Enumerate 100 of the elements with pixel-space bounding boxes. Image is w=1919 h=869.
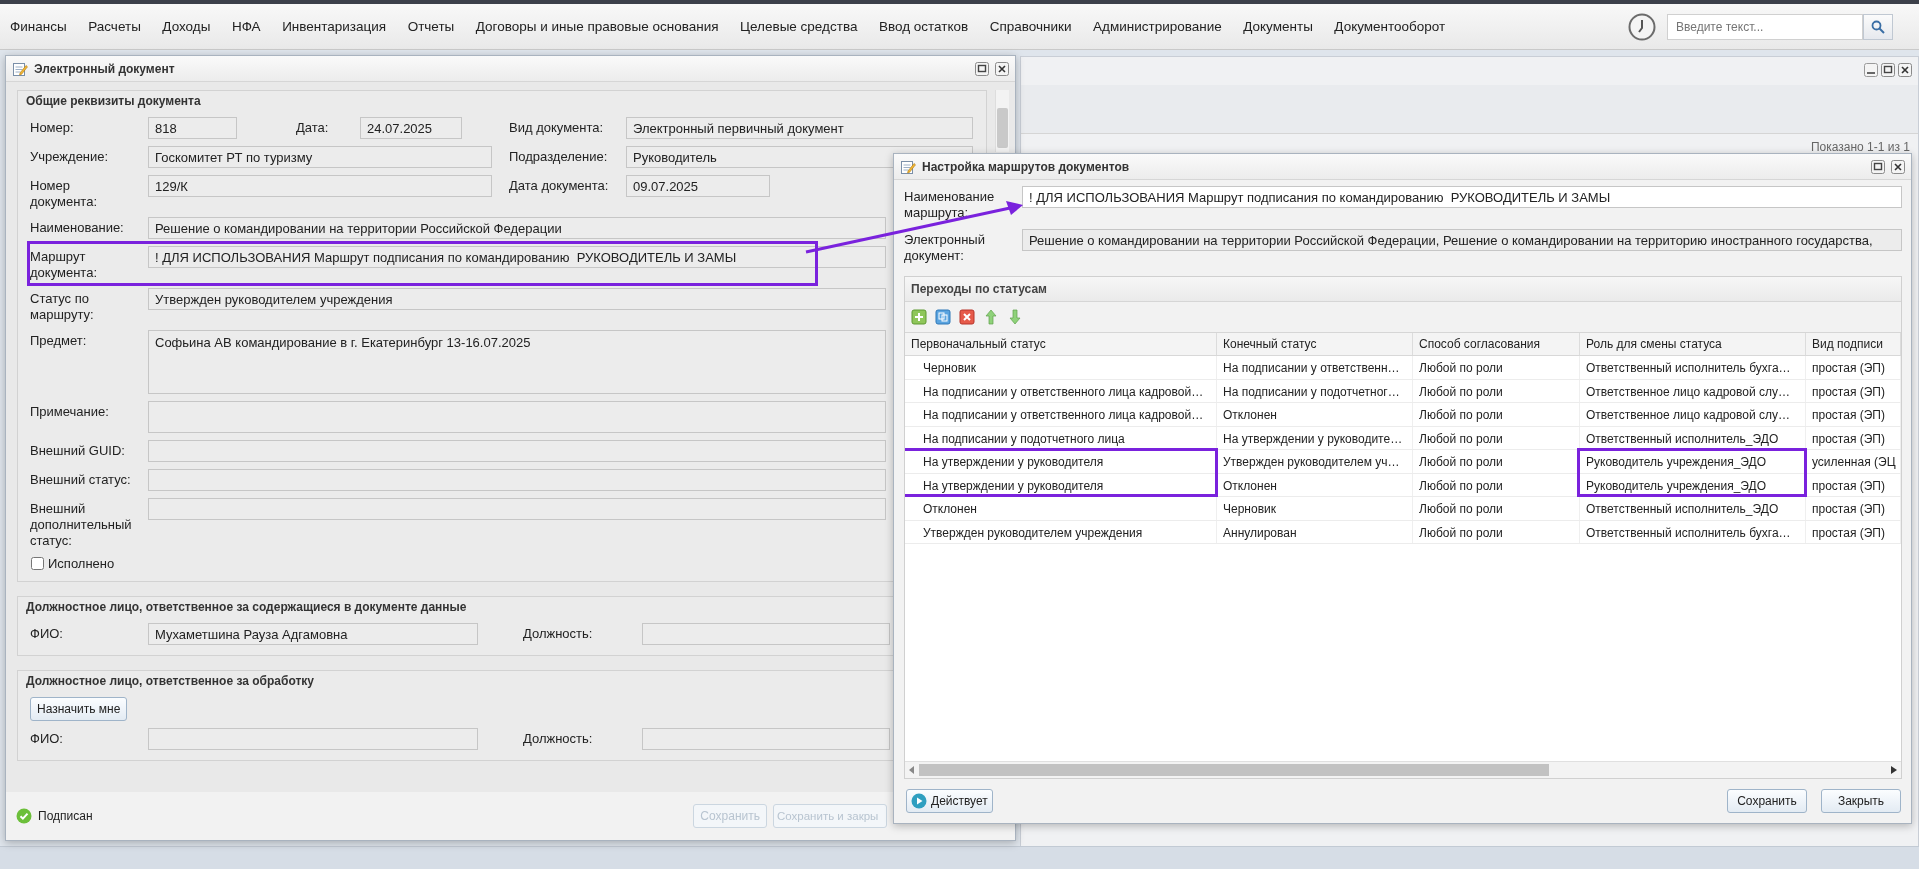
field-label: ФИО: <box>30 730 64 747</box>
close-icon[interactable] <box>995 61 1009 76</box>
table-cell: Любой по роли <box>1413 450 1580 473</box>
search-icon <box>1871 19 1885 34</box>
maximize-icon[interactable] <box>975 61 989 76</box>
input-field[interactable]: 818 <box>148 117 237 139</box>
input-field[interactable] <box>148 498 886 520</box>
menu-item[interactable]: Документооборот <box>1334 19 1446 34</box>
arrow-down-icon[interactable] <box>1007 309 1023 325</box>
input-field[interactable] <box>148 728 478 750</box>
menu-item[interactable]: Финансы <box>10 19 67 34</box>
close-icon[interactable] <box>1898 63 1912 77</box>
input-field[interactable]: Мухаметшина Рауза Адгамовна <box>148 623 478 645</box>
scroll-right-icon[interactable] <box>1891 766 1897 774</box>
dialog-button[interactable]: Закрыть <box>1821 789 1901 813</box>
section-title: Должностное лицо, ответственное за содержащиеся в документе данные <box>26 600 468 614</box>
menu-item[interactable]: Администрирование <box>1093 19 1222 34</box>
add-icon[interactable] <box>911 309 927 325</box>
menu-item[interactable]: Доходы <box>162 19 211 34</box>
input-field[interactable]: 24.07.2025 <box>360 117 462 139</box>
arrow-up-icon[interactable] <box>983 309 999 325</box>
column-header[interactable]: Вид подписи <box>1806 333 1901 355</box>
table-cell: На подписании у подотчетног… <box>1217 379 1413 402</box>
menu-item[interactable]: Расчеты <box>88 19 141 34</box>
section-title: Должностное лицо, ответственное за обработку <box>26 674 315 688</box>
input-field[interactable]: ! ДЛЯ ИСПОЛЬЗОВАНИЯ Маршрут подписания по командированию РУКОВОДИТЕЛЬ И ЗАМЫ <box>148 246 886 268</box>
field-label: ФИО: <box>30 625 64 642</box>
input-field[interactable] <box>642 728 890 750</box>
input-field[interactable]: 129/К <box>148 175 492 197</box>
menu-item[interactable]: Инвентаризация <box>282 19 387 34</box>
column-header[interactable]: Способ согласования <box>1413 333 1580 355</box>
table-cell: Отклонен <box>1217 473 1413 496</box>
input-field[interactable] <box>148 401 886 433</box>
input-field[interactable]: Утвержден руководителем учреждения <box>148 288 886 310</box>
table-cell: Утвержден руководителем учреждения <box>905 520 1217 543</box>
copy-icon[interactable] <box>935 309 951 325</box>
column-header[interactable]: Конечный статус <box>1217 333 1413 355</box>
delete-icon[interactable] <box>959 309 975 325</box>
input-field[interactable] <box>642 623 890 645</box>
menu-item[interactable]: Целевые средства <box>740 19 858 34</box>
table-cell: простая (ЭП) <box>1806 379 1901 402</box>
window-title: Электронный документ <box>34 61 176 76</box>
field-label: Статус по маршруту: <box>30 290 95 323</box>
field-label: Внешний статус: <box>30 471 132 488</box>
table-cell: простая (ЭП) <box>1806 426 1901 449</box>
input-field[interactable] <box>148 440 886 462</box>
table-cell: Любой по роли <box>1413 403 1580 426</box>
table-cell: Ответственный исполнитель_ЭДО <box>1580 497 1806 520</box>
table-cell: Любой по роли <box>1413 520 1580 543</box>
field-label: Номер документа: <box>30 177 98 210</box>
input-field[interactable]: Решение о командировании на территории Российской Федерации <box>148 217 886 239</box>
field-label: Наименование маршрута: <box>904 188 996 221</box>
assign-button[interactable]: Назначить мне <box>30 697 128 721</box>
table-cell: Ответственный исполнитель бухга… <box>1580 520 1806 543</box>
field-label: Внешний GUID: <box>30 442 126 459</box>
table-cell: Любой по роли <box>1413 497 1580 520</box>
table-cell: На подписании у ответственного лица кадровой… <box>905 379 1217 402</box>
scrollbar[interactable] <box>905 761 1901 778</box>
menu-item[interactable]: НФА <box>231 19 261 34</box>
input-field[interactable]: Госкомитет РТ по туризму <box>148 146 492 168</box>
input-field[interactable]: ! ДЛЯ ИСПОЛЬЗОВАНИЯ Маршрут подписания по командированию РУКОВОДИТЕЛЬ И ЗАМЫ <box>1022 186 1902 208</box>
table-cell: На подписании у ответственн… <box>1217 356 1413 379</box>
table-cell: усиленная (ЭЦ <box>1806 450 1901 473</box>
scroll-left-icon[interactable] <box>909 766 915 774</box>
table-cell: простая (ЭП) <box>1806 497 1901 520</box>
menu-item[interactable]: Договоры и иные правовые основания <box>475 19 719 34</box>
menu-item[interactable]: Документы <box>1243 19 1313 34</box>
table-cell: Аннулирован <box>1217 520 1413 543</box>
menu-item[interactable]: Ввод остатков <box>878 19 969 34</box>
table-cell: На подписании у ответственного лица кадровой… <box>905 403 1217 426</box>
table-cell: Утвержден руководителем уч… <box>1217 450 1413 473</box>
maximize-icon[interactable] <box>1881 63 1895 77</box>
menu-item[interactable]: Отчеты <box>407 19 455 34</box>
play-icon <box>911 793 927 809</box>
scrollbar[interactable] <box>995 90 1009 152</box>
input-field[interactable] <box>148 469 886 491</box>
input-field[interactable]: Решение о командировании на территории Российской Федерации, Решение о командировании на территорию иностранного государства, <box>1022 229 1902 251</box>
maximize-icon[interactable] <box>1871 159 1885 174</box>
checkbox[interactable] <box>31 557 44 570</box>
column-header[interactable]: Роль для смены статуса <box>1580 333 1806 355</box>
table-cell: Любой по роли <box>1413 473 1580 496</box>
menu-item[interactable]: Справочники <box>989 19 1072 34</box>
input-field[interactable]: Электронный первичный документ <box>626 117 973 139</box>
search-field[interactable]: Введите текст... <box>1667 13 1863 40</box>
active-button[interactable]: Действует <box>906 789 993 813</box>
dialog-button[interactable]: Сохранить <box>1727 789 1807 813</box>
input-field[interactable]: 09.07.2025 <box>626 175 770 197</box>
table-cell: Черновик <box>1217 497 1413 520</box>
search-button[interactable] <box>1863 13 1893 40</box>
column-header[interactable]: Первоначальный статус <box>905 333 1217 355</box>
minimize-icon[interactable] <box>1864 63 1878 77</box>
clock-icon[interactable] <box>1627 11 1657 42</box>
text-area[interactable]: Софьина АВ командирование в г. Екатеринбург 13-16.07.2025 <box>148 330 886 394</box>
table-cell: Ответственное лицо кадровой слу… <box>1580 403 1806 426</box>
paging-info: Показано 1-1 из 1 <box>1809 139 1911 156</box>
table-cell: Любой по роли <box>1413 356 1580 379</box>
field-label: Учреждение: <box>30 148 110 165</box>
close-icon[interactable] <box>1891 159 1905 174</box>
field-label: Предмет: <box>30 332 88 349</box>
field-label: Должность: <box>523 625 594 642</box>
